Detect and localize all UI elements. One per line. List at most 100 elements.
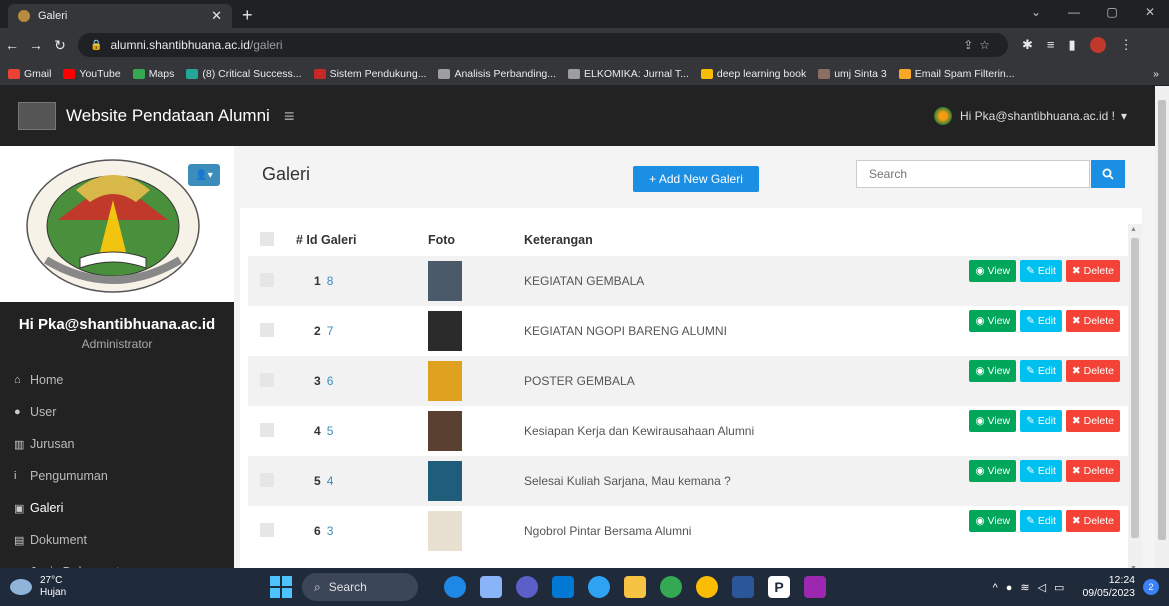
view-button[interactable]: ◉ View: [969, 310, 1017, 332]
row-checkbox[interactable]: [260, 422, 274, 437]
row-checkbox[interactable]: [260, 372, 274, 387]
close-tab-icon[interactable]: ✕: [211, 8, 222, 24]
bookmarks-overflow-icon[interactable]: »: [1153, 68, 1159, 80]
bookmark-item[interactable]: Maps: [132, 68, 174, 80]
row-id-link[interactable]: 4: [327, 474, 334, 488]
clock[interactable]: 12:24 09/05/2023: [1082, 574, 1135, 600]
view-button[interactable]: ◉ View: [969, 510, 1017, 532]
sidebar-item-user[interactable]: ● User: [0, 396, 234, 428]
sidebar-item-home[interactable]: ⌂ Home: [0, 364, 234, 396]
bookmark-item[interactable]: Email Spam Filterin...: [898, 68, 1015, 80]
galeri-thumbnail[interactable]: [428, 261, 462, 301]
taskbar-app-icon[interactable]: [516, 576, 538, 598]
lock-icon[interactable]: 🔒: [90, 40, 102, 51]
sidebar-item-jurusan[interactable]: ▥ Jurusan: [0, 428, 234, 460]
reload-icon[interactable]: ↻: [48, 37, 72, 54]
delete-button[interactable]: ✖ Delete: [1065, 460, 1120, 482]
browser-tab[interactable]: Galeri ✕: [8, 4, 232, 28]
back-icon[interactable]: ←: [0, 37, 24, 53]
edit-button[interactable]: ✎ Edit: [1020, 410, 1062, 432]
select-all-checkbox[interactable]: [260, 231, 274, 246]
file-explorer-icon[interactable]: [624, 576, 646, 598]
edit-button[interactable]: ✎ Edit: [1020, 310, 1062, 332]
extensions-icon[interactable]: ✱: [1022, 37, 1033, 53]
page-scrollbar[interactable]: [1155, 86, 1169, 568]
taskbar-search[interactable]: ⌕ Search: [302, 573, 418, 601]
row-checkbox[interactable]: [260, 522, 274, 537]
table-scroll-thumb[interactable]: [1131, 238, 1139, 538]
minimize-icon[interactable]: —: [1055, 0, 1093, 24]
row-checkbox[interactable]: [260, 322, 274, 337]
galeri-thumbnail[interactable]: [428, 461, 462, 501]
galeri-thumbnail[interactable]: [428, 361, 462, 401]
delete-button[interactable]: ✖ Delete: [1065, 260, 1120, 282]
tray-icons[interactable]: ^●≋◁▭: [993, 581, 1073, 594]
sidebar-item-galeri[interactable]: ▣ Galeri: [0, 492, 234, 524]
table-scrollbar[interactable]: ▲ ▼: [1128, 224, 1142, 568]
bookmark-item[interactable]: YouTube: [63, 68, 121, 80]
search-input[interactable]: [856, 160, 1090, 188]
galeri-thumbnail[interactable]: [428, 311, 462, 351]
weather-widget[interactable]: 27°C Hujan: [0, 575, 270, 599]
galeri-thumbnail[interactable]: [428, 411, 462, 451]
delete-button[interactable]: ✖ Delete: [1065, 360, 1120, 382]
sidebar-item-pengumuman[interactable]: i Pengumuman: [0, 460, 234, 492]
edit-button[interactable]: ✎ Edit: [1020, 510, 1062, 532]
view-button[interactable]: ◉ View: [969, 360, 1017, 382]
taskbar-app-icon[interactable]: [480, 576, 502, 598]
sidebar-item-dokument[interactable]: ▤ Dokument: [0, 524, 234, 556]
edit-button[interactable]: ✎ Edit: [1020, 360, 1062, 382]
edit-button[interactable]: ✎ Edit: [1020, 260, 1062, 282]
view-button[interactable]: ◉ View: [969, 260, 1017, 282]
word-icon[interactable]: [732, 576, 754, 598]
publisher-icon[interactable]: P: [768, 576, 790, 598]
row-checkbox[interactable]: [260, 272, 274, 287]
maximize-icon[interactable]: ▢: [1093, 0, 1131, 24]
delete-button[interactable]: ✖ Delete: [1065, 510, 1120, 532]
chrome-icon[interactable]: [696, 576, 718, 598]
view-button[interactable]: ◉ View: [969, 460, 1017, 482]
taskbar-app-icon[interactable]: [444, 576, 466, 598]
taskbar-app-icon[interactable]: [804, 576, 826, 598]
row-id-link[interactable]: 3: [327, 524, 334, 538]
sidebar-user-button[interactable]: 👤▾: [188, 164, 220, 186]
brand[interactable]: Website Pendataan Alumni: [0, 102, 284, 130]
galeri-thumbnail[interactable]: [428, 511, 462, 551]
side-panel-icon[interactable]: ▮: [1069, 37, 1076, 53]
delete-button[interactable]: ✖ Delete: [1065, 310, 1120, 332]
windows-start-icon[interactable]: [270, 576, 292, 598]
view-button[interactable]: ◉ View: [969, 410, 1017, 432]
bookmark-item[interactable]: Sistem Pendukung...: [313, 68, 426, 80]
edge-icon[interactable]: [588, 576, 610, 598]
add-new-galeri-button[interactable]: + Add New Galeri: [633, 166, 759, 192]
bookmark-item[interactable]: (8) Critical Success...: [186, 68, 302, 80]
close-window-icon[interactable]: ✕: [1131, 0, 1169, 24]
bookmark-item[interactable]: ELKOMIKA: Jurnal T...: [568, 68, 689, 80]
chrome-icon[interactable]: [660, 576, 682, 598]
row-id-link[interactable]: 6: [327, 374, 334, 388]
row-id-link[interactable]: 8: [327, 274, 334, 288]
tab-search-icon[interactable]: ⌄: [1017, 0, 1055, 24]
notification-badge[interactable]: 2: [1143, 579, 1159, 595]
page-scroll-thumb[interactable]: [1158, 100, 1166, 540]
bookmark-item[interactable]: deep learning book: [700, 68, 806, 80]
new-tab-icon[interactable]: +: [242, 4, 253, 28]
edit-button[interactable]: ✎ Edit: [1020, 460, 1062, 482]
row-id-link[interactable]: 5: [327, 424, 334, 438]
row-id-link[interactable]: 7: [327, 324, 334, 338]
hamburger-menu-icon[interactable]: ≡: [284, 106, 295, 127]
scroll-up-icon[interactable]: ▲: [1130, 226, 1137, 233]
search-button[interactable]: [1091, 160, 1125, 188]
forward-icon[interactable]: →: [24, 37, 48, 53]
reading-list-icon[interactable]: ≡: [1047, 37, 1055, 53]
delete-button[interactable]: ✖ Delete: [1065, 410, 1120, 432]
row-checkbox[interactable]: [260, 472, 274, 487]
bookmark-item[interactable]: Gmail: [8, 68, 51, 80]
url-bar[interactable]: 🔒 alumni.shantibhuana.ac.id/galeri ⇪☆: [78, 33, 1008, 57]
browser-menu-icon[interactable]: ⋮: [1120, 37, 1133, 53]
user-menu[interactable]: Hi Pka@shantibhuana.ac.id ! ▾: [934, 107, 1127, 125]
sidebar-item-jenis-dokument[interactable]: ▢Jenis Dokument: [0, 556, 234, 568]
profile-avatar-icon[interactable]: [1089, 37, 1106, 53]
taskbar-app-icon[interactable]: [552, 576, 574, 598]
bookmark-item[interactable]: umj Sinta 3: [818, 68, 887, 80]
